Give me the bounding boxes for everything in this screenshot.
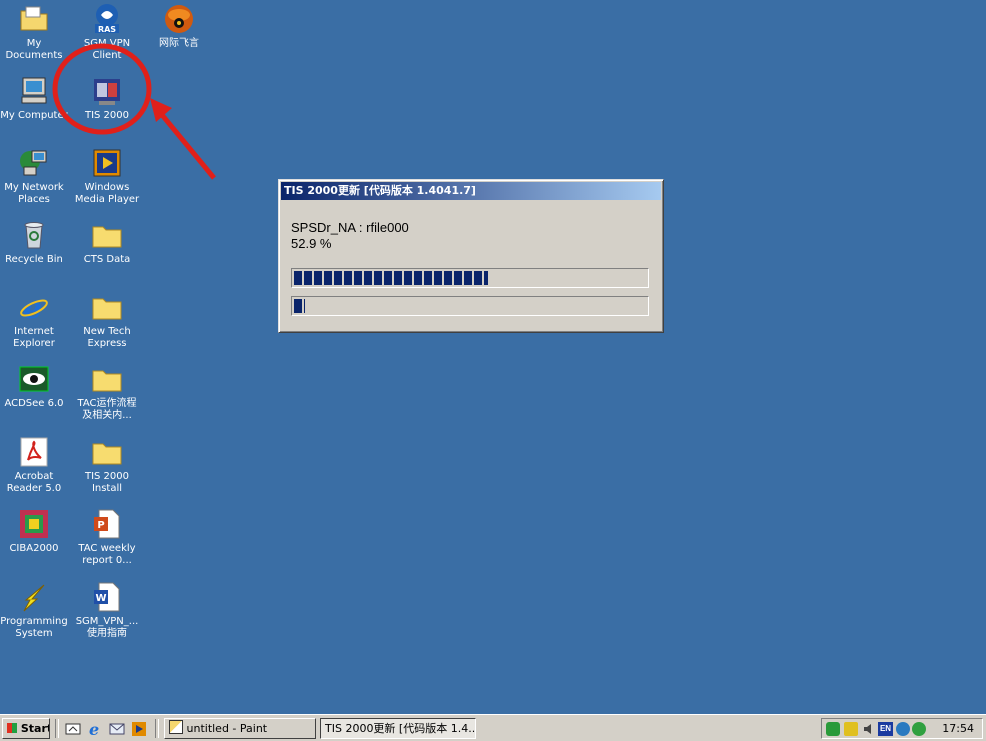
desktop-icon-label: CIBA2000 bbox=[9, 543, 59, 554]
start-button[interactable]: Start bbox=[2, 718, 50, 739]
svg-text:e: e bbox=[89, 721, 99, 737]
taskbar-separator bbox=[55, 719, 59, 738]
tray-app-icon[interactable] bbox=[826, 722, 840, 736]
desktop-icon-tis2000-install[interactable]: TIS 2000 Install bbox=[71, 436, 143, 495]
svg-text:RAS: RAS bbox=[98, 25, 116, 34]
ras-vpn-icon: RAS bbox=[91, 3, 123, 35]
desktop-icon-label: My Computer bbox=[0, 110, 68, 121]
internet-explorer-icon: e bbox=[18, 291, 50, 323]
windows-logo-icon bbox=[7, 723, 17, 733]
lightning-icon bbox=[18, 581, 50, 613]
desktop-icon-label: Recycle Bin bbox=[5, 254, 63, 265]
chat-app-icon bbox=[163, 3, 195, 35]
overall-progress-bar bbox=[291, 268, 649, 288]
highlight-annotation bbox=[52, 43, 216, 180]
desktop-icon-my-documents[interactable]: My Documents bbox=[0, 3, 70, 62]
tray-network-icon[interactable] bbox=[896, 722, 910, 736]
desktop-icon-label: Acrobat Reader 5.0 bbox=[6, 471, 62, 494]
media-player-quicklaunch-icon[interactable] bbox=[131, 721, 147, 737]
clock[interactable]: 17:54 bbox=[942, 721, 974, 736]
language-indicator[interactable]: EN bbox=[878, 722, 893, 736]
overall-progress-fill bbox=[294, 271, 488, 285]
acdsee-icon bbox=[18, 363, 50, 395]
pointer-arrow bbox=[156, 108, 216, 180]
svg-text:W: W bbox=[95, 593, 106, 604]
desktop-icon-label: TIS 2000 bbox=[84, 110, 130, 121]
media-player-icon bbox=[91, 147, 123, 179]
desktop-icon-label: ACDSee 6.0 bbox=[4, 398, 64, 409]
desktop-icon-my-network[interactable]: My Network Places bbox=[0, 147, 70, 206]
folder-documents-icon bbox=[18, 3, 50, 35]
desktop-icon-label: CTS Data bbox=[83, 254, 131, 265]
paint-icon bbox=[169, 720, 183, 734]
folder-icon bbox=[91, 436, 123, 468]
desktop-icon-chat-app[interactable]: 网际飞言 bbox=[143, 3, 215, 50]
file-progress-fill bbox=[294, 299, 305, 313]
desktop-icon-label: My Network Places bbox=[4, 182, 64, 205]
current-file-label: SPSDr_NA : rfile000 bbox=[291, 220, 409, 235]
desktop-icon-label: TAC运作流程 及相关内... bbox=[77, 398, 137, 421]
desktop-icon-cts-data[interactable]: CTS Data bbox=[71, 219, 143, 266]
desktop-icon-label: Programming System bbox=[0, 616, 68, 639]
taskbar: Start e untitled - Paint TIS 2000更新 [代码版… bbox=[0, 714, 986, 741]
desktop-icon-tis2000[interactable]: TIS 2000 bbox=[71, 75, 143, 122]
desktop-icon-ciba2000[interactable]: CIBA2000 bbox=[0, 508, 70, 555]
network-icon bbox=[18, 147, 50, 179]
desktop-icon-windows-media-player[interactable]: Windows Media Player bbox=[71, 147, 143, 206]
word-doc-icon: W bbox=[91, 581, 123, 613]
desktop-icon-my-computer[interactable]: My Computer bbox=[0, 75, 70, 122]
show-desktop-icon[interactable] bbox=[65, 721, 81, 737]
recycle-bin-icon bbox=[18, 219, 50, 251]
outlook-quicklaunch-icon[interactable] bbox=[109, 721, 125, 737]
svg-text:P: P bbox=[97, 520, 104, 531]
task-paint[interactable]: untitled - Paint bbox=[164, 718, 316, 739]
desktop-icon-tac-process[interactable]: TAC运作流程 及相关内... bbox=[71, 363, 143, 422]
system-tray: EN 17:54 bbox=[821, 718, 983, 739]
taskbar-separator bbox=[155, 719, 159, 738]
desktop: My Documents My Computer My Network Plac… bbox=[0, 0, 986, 714]
desktop-icon-acdsee[interactable]: ACDSee 6.0 bbox=[0, 363, 70, 410]
powerpoint-icon: P bbox=[91, 508, 123, 540]
desktop-icon-acrobat-reader[interactable]: Acrobat Reader 5.0 bbox=[0, 436, 70, 495]
desktop-icon-label: Windows Media Player bbox=[74, 182, 140, 205]
file-progress-bar bbox=[291, 296, 649, 316]
folder-icon bbox=[91, 363, 123, 395]
tis2000-icon bbox=[91, 75, 123, 107]
start-label: Start bbox=[20, 722, 50, 735]
acrobat-icon bbox=[18, 436, 50, 468]
ciba-icon bbox=[18, 508, 50, 540]
desktop-icon-label: TAC weekly report 0... bbox=[78, 543, 136, 566]
desktop-icon-sgm-vpn-guide[interactable]: W SGM_VPN_... 使用指南 bbox=[71, 581, 143, 640]
desktop-icon-label: TIS 2000 Install bbox=[84, 471, 130, 494]
desktop-icon-label: Internet Explorer bbox=[13, 326, 55, 349]
desktop-icon-label: 网际飞言 bbox=[159, 38, 199, 49]
computer-icon bbox=[18, 75, 50, 107]
internet-explorer-quicklaunch-icon[interactable]: e bbox=[87, 721, 103, 737]
desktop-icon-programming-system[interactable]: Programming System bbox=[0, 581, 70, 640]
tray-pen-icon[interactable] bbox=[844, 722, 858, 736]
desktop-icon-label: New Tech Express bbox=[83, 326, 131, 349]
desktop-icon-label: SGM VPN Client bbox=[83, 38, 131, 61]
desktop-icon-internet-explorer[interactable]: e Internet Explorer bbox=[0, 291, 70, 350]
task-tis2000-update[interactable]: TIS 2000更新 [代码版本 1.4... bbox=[320, 718, 476, 739]
desktop-icon-label: My Documents bbox=[5, 38, 63, 61]
folder-icon bbox=[91, 219, 123, 251]
update-dialog[interactable]: TIS 2000更新 [代码版本 1.4041.7] SPSDr_NA : rf… bbox=[278, 179, 664, 333]
pointer-arrowhead bbox=[150, 98, 172, 122]
dialog-title[interactable]: TIS 2000更新 [代码版本 1.4041.7] bbox=[281, 182, 661, 200]
task-label: TIS 2000更新 [代码版本 1.4... bbox=[325, 722, 476, 735]
task-label: untitled - Paint bbox=[186, 722, 268, 735]
volume-icon[interactable] bbox=[862, 722, 876, 736]
tray-update-icon[interactable] bbox=[912, 722, 926, 736]
desktop-icon-tac-weekly-report[interactable]: P TAC weekly report 0... bbox=[71, 508, 143, 567]
folder-icon bbox=[91, 291, 123, 323]
desktop-icon-new-tech-express[interactable]: New Tech Express bbox=[71, 291, 143, 350]
desktop-icon-label: SGM_VPN_... 使用指南 bbox=[75, 616, 139, 639]
percent-label: 52.9 % bbox=[291, 236, 332, 251]
desktop-icon-sgm-vpn-client[interactable]: RAS SGM VPN Client bbox=[71, 3, 143, 62]
desktop-icon-recycle-bin[interactable]: Recycle Bin bbox=[0, 219, 70, 266]
